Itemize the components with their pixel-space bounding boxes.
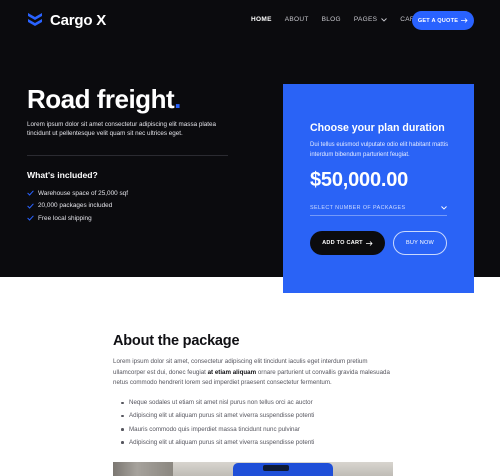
list-item: Neque sodales ut etiam sit amet nisl pur…: [121, 396, 314, 409]
page-title: Road freight.: [27, 84, 181, 115]
included-item: Warehouse space of 25,000 sqf: [27, 187, 128, 200]
packages-select-label: SELECT NUMBER OF PACKAGES: [310, 205, 406, 211]
included-item-label: Warehouse space of 25,000 sqf: [38, 189, 128, 197]
buy-now-button[interactable]: BUY NOW: [393, 231, 447, 255]
included-heading: What's included?: [27, 170, 98, 180]
brand-name: Cargo X: [50, 11, 107, 29]
nav-item-about[interactable]: ABOUT: [285, 16, 309, 23]
about-paragraph: Lorem ipsum dolor sit amet, consectetur …: [113, 357, 393, 389]
check-icon: [27, 203, 34, 209]
included-list: Warehouse space of 25,000 sqf 20,000 pac…: [27, 187, 128, 225]
nav-item-home[interactable]: HOME: [251, 16, 272, 23]
photo-trees: [113, 462, 173, 476]
divider: [27, 155, 228, 156]
plan-description: Dui tellus euismod vulputate odio elit h…: [310, 142, 449, 158]
about-text-bold: at etiam aliquam: [207, 368, 257, 376]
nav-item-pages-label: PAGES: [353, 16, 378, 23]
about-heading: About the package: [113, 333, 240, 349]
hero-description: Lorem ipsum dolor sit amet consectetur a…: [27, 121, 216, 138]
price: $50,000.00: [310, 169, 409, 191]
page-title-text: Road freight: [27, 84, 175, 114]
check-icon: [27, 215, 34, 221]
add-to-cart-button[interactable]: ADD TO CART: [310, 231, 385, 255]
get-a-quote-button[interactable]: GET A QUOTE: [412, 11, 474, 30]
included-item: 20,000 packages included: [27, 200, 128, 213]
truck-photo: [113, 462, 393, 476]
top-navbar: Cargo X HOME ABOUT BLOG PAGES CART (0) G…: [0, 0, 500, 40]
included-item-label: Free local shipping: [38, 214, 92, 222]
list-item: Adipiscing elit ut aliquam purus sit ame…: [121, 409, 314, 422]
title-accent-dot: .: [174, 84, 181, 114]
chevron-down-icon: [441, 206, 447, 210]
packages-select[interactable]: SELECT NUMBER OF PACKAGES: [310, 201, 447, 216]
list-item: Mauris commodo quis imperdiet massa tinc…: [121, 423, 314, 436]
chevron-down-icon: [381, 17, 388, 22]
included-item: Free local shipping: [27, 212, 128, 225]
photo-truck-window: [263, 465, 289, 471]
nav-item-blog[interactable]: BLOG: [322, 16, 341, 23]
plan-duration-title: Choose your plan duration: [310, 122, 445, 134]
arrow-right-icon: [365, 240, 373, 246]
check-icon: [27, 190, 34, 196]
pricing-card: Choose your plan duration Dui tellus eui…: [283, 84, 474, 293]
included-item-label: 20,000 packages included: [38, 202, 113, 210]
logo-icon: [28, 13, 42, 26]
nav-item-pages[interactable]: PAGES: [353, 16, 388, 23]
about-bullet-list: Neque sodales ut etiam sit amet nisl pur…: [121, 396, 314, 449]
list-item: Adipiscing elit ut aliquam purus sit ame…: [121, 436, 314, 449]
add-to-cart-label: ADD TO CART: [322, 240, 363, 246]
logo[interactable]: Cargo X: [27, 11, 106, 29]
get-a-quote-label: GET A QUOTE: [417, 17, 459, 24]
arrow-right-icon: [461, 18, 468, 23]
